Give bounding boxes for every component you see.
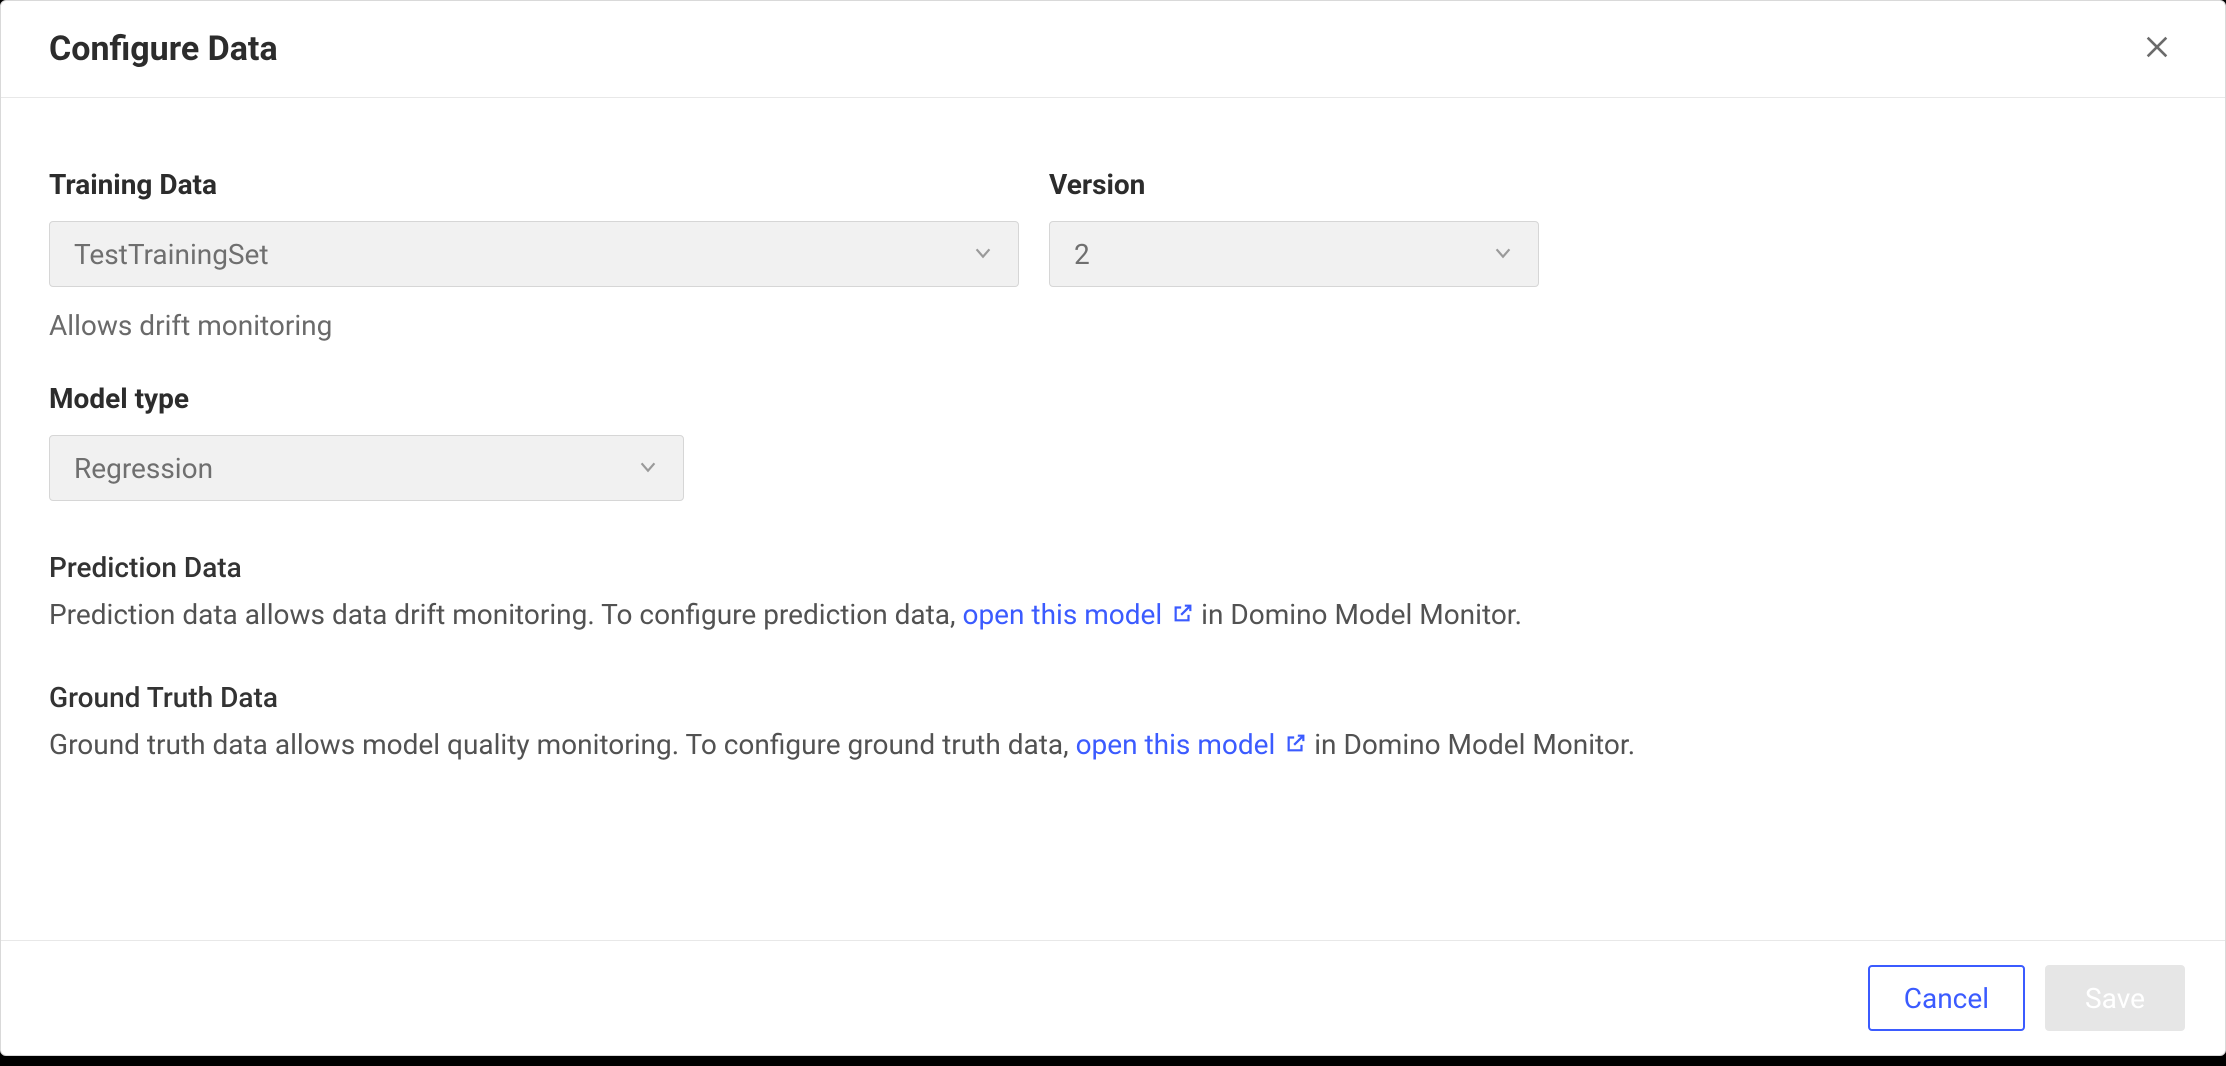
chevron-down-icon: [1492, 238, 1514, 271]
prediction-data-text: Prediction data allows data drift monito…: [49, 598, 2177, 631]
open-model-link-prediction[interactable]: open this model: [962, 598, 1194, 631]
training-data-help: Allows drift monitoring: [49, 309, 1019, 342]
ground-truth-text-after: in Domino Model Monitor.: [1314, 728, 1635, 761]
open-model-link-text: open this model: [962, 598, 1162, 631]
ground-truth-text-before: Ground truth data allows model quality m…: [49, 728, 1076, 761]
version-select[interactable]: 2: [1049, 221, 1539, 287]
dialog-footer: Cancel Save: [1, 940, 2225, 1055]
external-link-icon: [1285, 728, 1307, 761]
close-icon: [2143, 33, 2171, 65]
prediction-data-title: Prediction Data: [49, 551, 2177, 584]
open-model-link-groundtruth[interactable]: open this model: [1076, 728, 1308, 761]
cancel-button[interactable]: Cancel: [1868, 965, 2025, 1031]
configure-data-dialog: Configure Data Training Data TestTrainin…: [0, 0, 2226, 1056]
ground-truth-section: Ground Truth Data Ground truth data allo…: [49, 681, 2177, 761]
ground-truth-title: Ground Truth Data: [49, 681, 2177, 714]
prediction-data-text-after: in Domino Model Monitor.: [1201, 598, 1522, 631]
external-link-icon: [1172, 598, 1194, 631]
version-field: Version 2: [1049, 168, 1539, 287]
dialog-header: Configure Data: [1, 1, 2225, 98]
save-button[interactable]: Save: [2045, 965, 2185, 1031]
open-model-link-text: open this model: [1076, 728, 1276, 761]
model-type-select[interactable]: Regression: [49, 435, 684, 501]
chevron-down-icon: [637, 452, 659, 485]
training-data-select[interactable]: TestTrainingSet: [49, 221, 1019, 287]
version-label: Version: [1049, 168, 1539, 201]
close-button[interactable]: [2137, 29, 2177, 69]
dialog-title: Configure Data: [49, 29, 278, 69]
prediction-data-text-before: Prediction data allows data drift monito…: [49, 598, 962, 631]
model-type-value: Regression: [74, 452, 213, 485]
prediction-data-section: Prediction Data Prediction data allows d…: [49, 551, 2177, 631]
model-type-field: Model type Regression: [49, 382, 2177, 501]
ground-truth-text: Ground truth data allows model quality m…: [49, 728, 2177, 761]
version-value: 2: [1074, 238, 1090, 271]
training-data-value: TestTrainingSet: [74, 238, 269, 271]
dialog-body: Training Data TestTrainingSet Allows dri…: [1, 98, 2225, 940]
training-data-label: Training Data: [49, 168, 1019, 201]
model-type-label: Model type: [49, 382, 2177, 415]
chevron-down-icon: [972, 238, 994, 271]
training-data-field: Training Data TestTrainingSet Allows dri…: [49, 168, 1019, 342]
